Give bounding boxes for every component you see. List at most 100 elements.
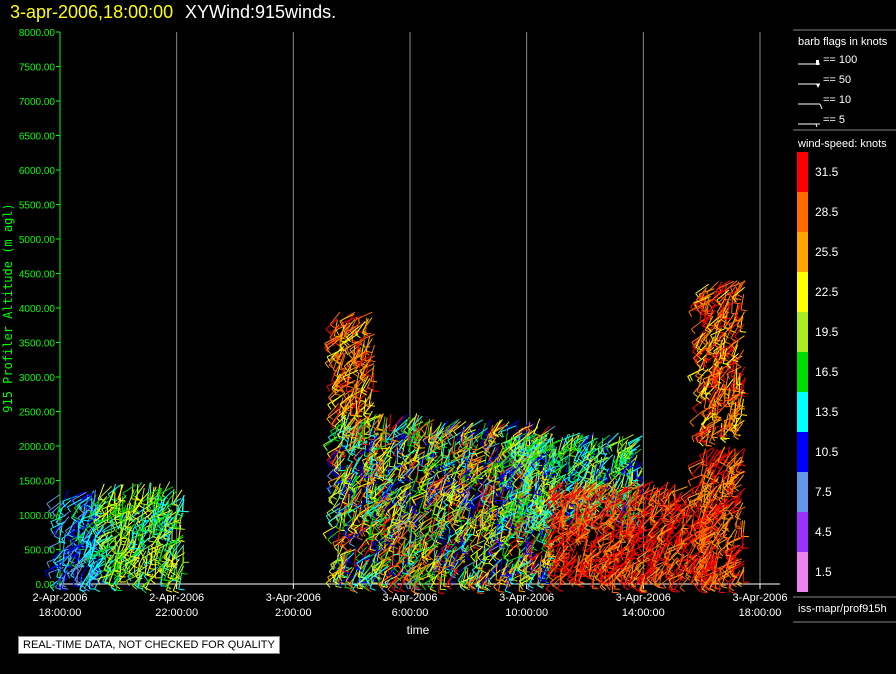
y-axis-label: 915 Profiler Altitude (m agl) [1,203,15,413]
wind-barb-flag [469,452,476,455]
wind-barb-flag [66,537,73,541]
wind-barb [439,573,443,590]
wind-barb [357,311,373,320]
wind-barb-flag [62,587,69,590]
wind-barb [323,525,338,534]
wind-barb [329,311,341,325]
wind-barb [481,567,484,584]
wind-barb-flag [363,412,370,415]
wind-barb-flag [367,387,374,391]
wind-barb-flag [347,513,352,519]
wind-barb-flag [344,572,351,575]
wind-barb-flag [408,530,415,532]
wind-barb-flag [484,543,491,548]
wind-barb-flag [601,453,608,455]
wind-barb-flag [125,551,132,554]
wind-barb [48,540,64,548]
wind-barb-flag [128,575,135,577]
wind-barb-flag [441,540,447,546]
wind-barb-flag [509,543,514,550]
wind-barb [433,540,436,557]
x-tick-label: 3-Apr-2006 6:00:00 [382,592,437,619]
wind-barb-flag [145,573,152,576]
y-tick-label: 4500.00 [19,270,56,281]
wind-barb-flag [355,334,361,339]
wind-barb-flag [326,386,331,392]
wind-barb-flag [369,587,376,591]
wind-barb [46,494,61,505]
wind-barb-flag [327,475,333,481]
wind-barb-flag [342,545,348,551]
wind-barb-flag [325,328,331,334]
wind-barb-flag [368,404,376,407]
wind-barb-flag [453,430,458,437]
x-tick-label: 3-Apr-2006 10:00:00 [499,592,554,619]
wind-barb-flag [498,546,505,548]
wind-barb [365,317,368,334]
wind-barb-flag [398,452,405,456]
wind-barb-flag [178,540,185,542]
wind-barb-flag [401,572,408,575]
wind-barb-flag [141,503,148,506]
wind-barb-flag [428,441,435,444]
wind-barb-flag [393,519,400,521]
wind-barb-flag [348,543,355,547]
wind-barb-flag [46,562,50,568]
y-tick-label: 6000.00 [19,166,56,177]
wind-barb-flag [453,523,460,527]
wind-barb-flag [502,554,509,557]
wind-barb-flag [178,588,185,591]
y-tick-label: 2500.00 [19,408,56,419]
wind-barb [500,559,503,576]
x-tick-label: 2-Apr-2006 18:00:00 [32,592,87,619]
wind-barb-flag [380,447,385,453]
wind-barb-flag [460,551,467,554]
wind-chart: 2-Apr-2006 18:00:002-Apr-2006 22:00:003-Ap… [1,28,896,637]
wind-barb-flag [352,372,359,378]
x-axis-label: time [407,623,430,637]
wind-barb-flag [493,585,498,592]
wind-barb [172,489,183,504]
wind-barb-flag [518,590,526,593]
wind-barb-flag [335,329,340,336]
wind-barb-flag [464,556,471,561]
y-tick-label: 7000.00 [19,97,56,108]
wind-barb [494,484,497,501]
wind-barb [391,416,404,429]
wind-barb-flag [48,572,52,579]
wind-barb-flag [148,540,155,543]
wind-barb-flag [573,459,580,464]
wind-barb-flag [344,586,351,589]
wind-barb-flag [548,557,555,560]
y-tick-label: 2000.00 [19,442,56,453]
wind-barb-flag [348,353,353,360]
x-tick-label: 3-Apr-2006 2:00:00 [266,592,321,619]
wind-barb-flag [50,521,54,528]
wind-barb-flag [67,506,71,513]
wind-barb-flag [368,558,373,564]
wind-barb-flag [160,585,167,587]
wind-barb-flag [333,438,340,442]
y-tick-label: 3500.00 [19,339,56,350]
y-tick-label: 4000.00 [19,304,56,315]
wind-barb-flag [335,585,342,589]
wind-barb-flag [458,519,465,522]
wind-barb-flag [470,555,475,562]
wind-barb-flag [437,578,444,581]
wind-barb-flag [350,589,357,593]
y-tick-label: 1500.00 [19,477,56,488]
wind-barb-flag [377,429,384,431]
x-tick-label: 3-Apr-2006 18:00:00 [732,592,787,619]
wind-barb-flag [498,591,505,593]
wind-barb [545,567,547,584]
wind-barb-flag [119,575,126,578]
y-tick-label: 7500.00 [19,63,56,74]
wind-barb-flag [365,539,370,546]
wind-barb-flag [143,575,149,582]
wind-barb [150,548,153,565]
wind-barb [389,414,392,431]
wind-barb [128,489,135,505]
wind-barb-flag [390,449,395,455]
wind-barb [539,562,542,579]
wind-barb [362,317,373,331]
